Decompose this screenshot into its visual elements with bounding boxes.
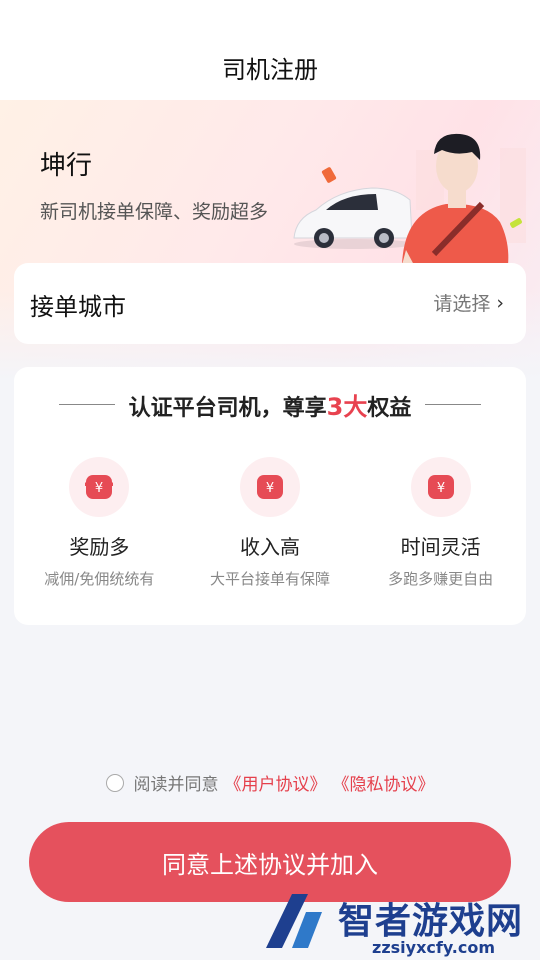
watermark-name: 智者游戏网	[338, 901, 524, 942]
city-label: 接单城市	[30, 293, 126, 321]
heading-divider-right	[425, 404, 482, 405]
yuan-icon: ¥	[69, 457, 130, 517]
benefit-name: 奖励多	[69, 535, 130, 559]
benefits-heading: 认证平台司机，尊享3大权益	[14, 387, 526, 422]
benefit-name: 时间灵活	[400, 535, 481, 559]
user-agreement-link[interactable]: 《用户协议》	[225, 770, 327, 795]
benefit-desc: 减佣/免佣统统有	[44, 570, 155, 588]
benefit-flexible: ¥ 时间灵活 多跑多赚更自由	[355, 457, 526, 597]
chevron-right-icon: ›	[496, 291, 504, 314]
benefit-name: 收入高	[240, 535, 300, 559]
watermark-logo	[266, 894, 322, 948]
brand-name: 坤行	[40, 151, 93, 181]
heading-divider-left	[58, 404, 115, 405]
agreement-prefix: 阅读并同意	[133, 775, 219, 795]
agreement-row: 阅读并同意 《用户协议》 《隐私协议》	[0, 770, 540, 795]
driver-illustration	[293, 133, 526, 265]
benefit-desc: 大平台接单有保障	[210, 570, 331, 588]
benefits-heading-text: 认证平台司机，尊享3大权益	[128, 393, 412, 421]
benefit-income: ¥ 收入高 大平台接单有保障	[185, 457, 356, 597]
city-selector[interactable]: 接单城市 请选择 ›	[14, 263, 526, 344]
top-bar: 司机注册	[0, 0, 540, 100]
benefits-card: 认证平台司机，尊享3大权益 ¥ 奖励多 减佣/免佣统统有 ¥ 收入高 大平台接单…	[14, 367, 526, 625]
page-title: 司机注册	[222, 56, 318, 84]
agree-radio[interactable]	[105, 773, 124, 792]
svg-text:¥: ¥	[437, 481, 445, 496]
privacy-agreement-link[interactable]: 《隐私协议》	[333, 770, 435, 795]
yuan-icon: ¥	[240, 457, 300, 517]
city-select[interactable]: 请选择 ›	[433, 289, 504, 316]
svg-text:¥: ¥	[266, 481, 274, 496]
benefit-rewards: ¥ 奖励多 减佣/免佣统统有	[14, 457, 185, 597]
city-placeholder: 请选择	[433, 293, 491, 315]
benefit-desc: 多跑多赚更自由	[388, 570, 494, 588]
benefit-list: ¥ 奖励多 减佣/免佣统统有 ¥ 收入高 大平台接单有保障 ¥ 时间灵活 多跑多…	[14, 457, 526, 597]
svg-text:¥: ¥	[95, 481, 103, 496]
watermark-url: zzsiyxcfy.com	[372, 938, 496, 957]
hero-slogan: 新司机接单保障、奖励超多	[40, 201, 269, 223]
yuan-icon: ¥	[410, 457, 471, 517]
site-watermark: 智者游戏网 zzsiyxcfy.com	[262, 890, 540, 960]
